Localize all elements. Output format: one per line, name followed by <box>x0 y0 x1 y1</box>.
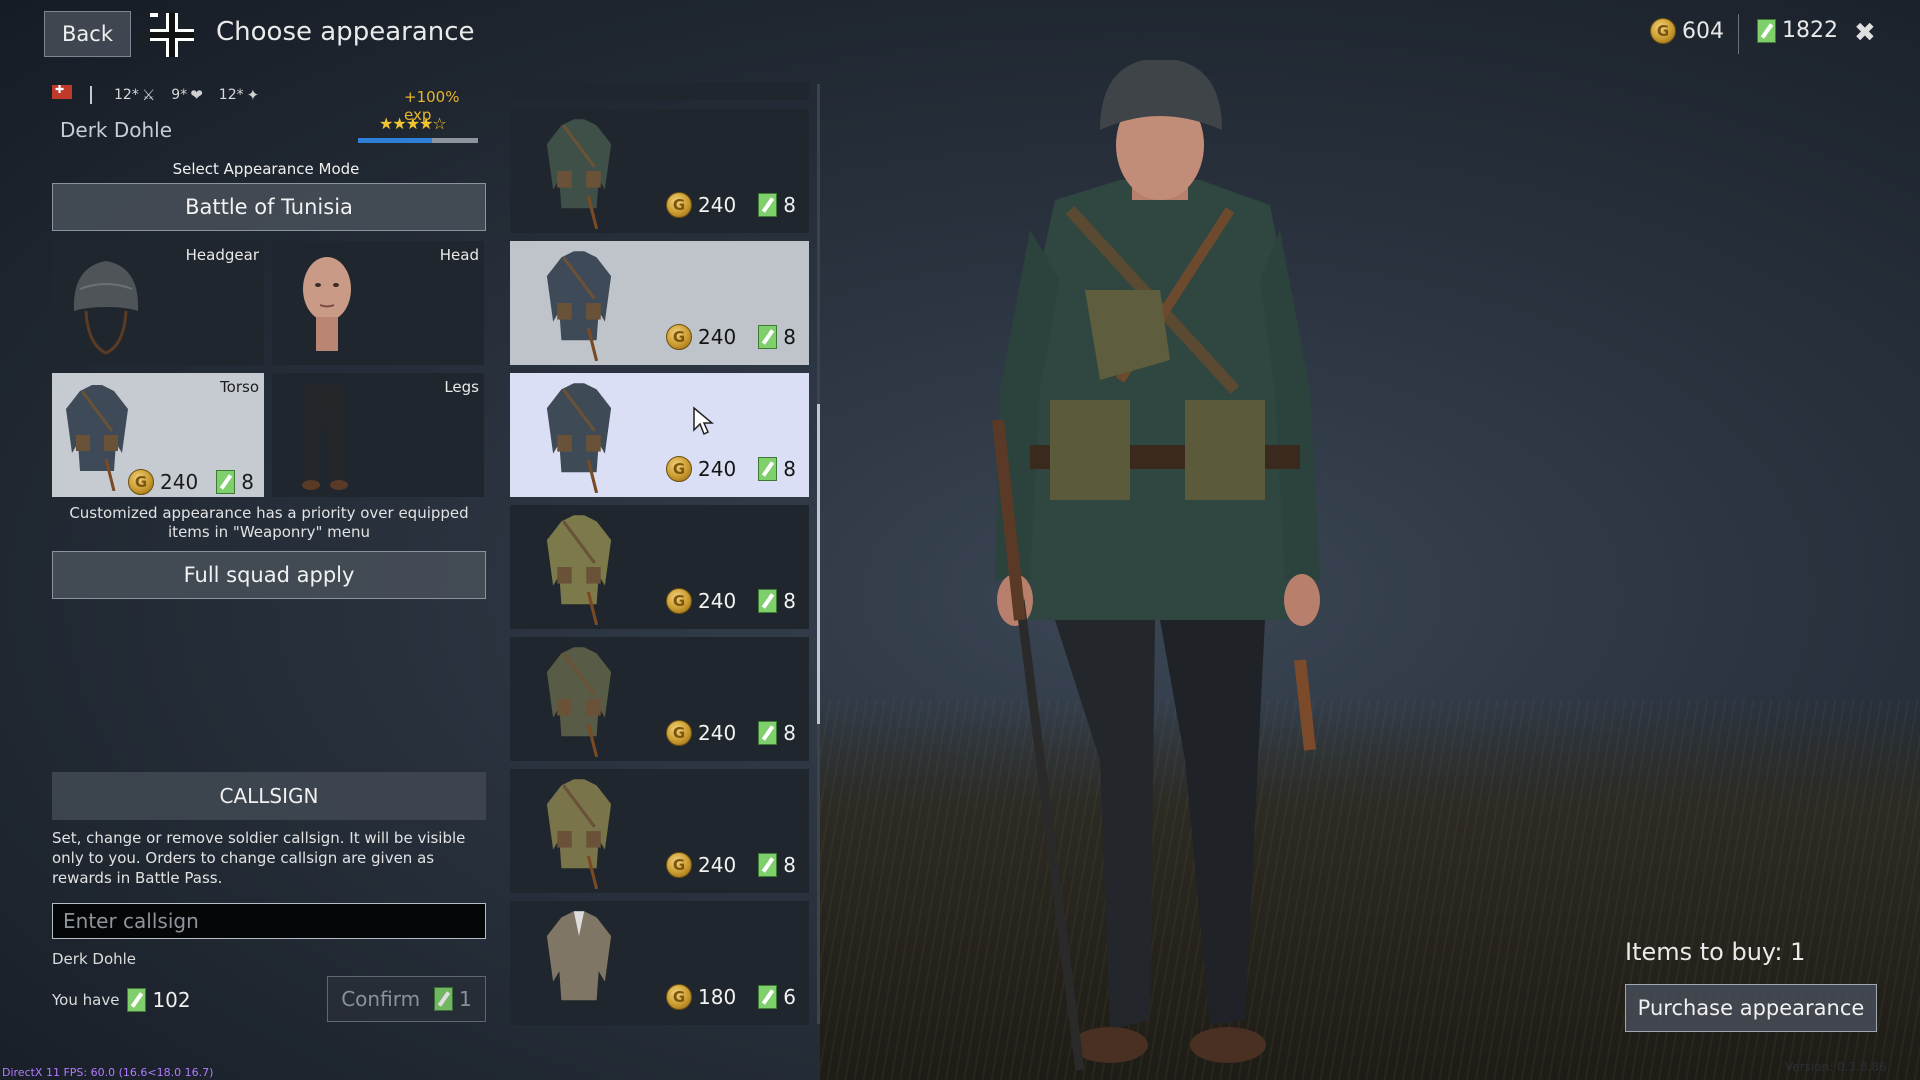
tunic-icon <box>546 251 612 361</box>
scrollbar-thumb[interactable] <box>817 404 820 724</box>
tunic-icon <box>546 515 612 625</box>
soldier-name: Derk Dohle <box>60 118 173 142</box>
fps-overlay: DirectX 11 FPS: 60.0 (16.6<18.0 16.7) <box>2 1066 214 1079</box>
item-price: 2408 <box>666 324 796 350</box>
slot-headgear[interactable]: Headgear <box>52 241 264 365</box>
top-bar: Back Choose appearance 604 1822 ✖ <box>0 0 1920 68</box>
soldier-progress-fill <box>358 138 433 143</box>
item-price: 2408 <box>666 852 796 878</box>
item-price: 2408 <box>666 720 796 746</box>
order-ticket-icon <box>434 987 454 1011</box>
appearance-priority-note: Customized appearance has a priority ove… <box>69 504 469 541</box>
tunic-icon <box>546 119 612 229</box>
stat-strength: 12 * ⚔ <box>114 86 156 104</box>
tunic-icon <box>66 385 128 491</box>
purchase-appearance-button[interactable]: Purchase appearance <box>1625 984 1877 1032</box>
order-ticket-icon <box>758 589 778 613</box>
item-price: 2408 <box>666 192 796 218</box>
gold-coin-icon <box>666 852 692 878</box>
item-card[interactable]: 2408 <box>510 109 809 233</box>
tunic-icon <box>546 647 612 757</box>
item-card[interactable]: 2408 <box>510 505 809 629</box>
skill-icon: ✦ <box>246 86 260 104</box>
gold-coin-icon <box>128 469 154 495</box>
slot-torso-price: 240 8 <box>128 469 254 495</box>
soldier-progress-bar <box>358 138 478 143</box>
gold-coin-icon <box>666 720 692 746</box>
health-icon: ❤ <box>190 86 203 104</box>
soldier-stats: 12* ⚔ 9* ❤ 12* ✦ <box>52 83 275 106</box>
items-to-buy: Items to buy: 1 <box>1625 938 1806 966</box>
soldier-model <box>992 60 1320 1071</box>
stat-health: 9 * ❤ <box>171 86 203 104</box>
slot-legs-label: Legs <box>444 378 479 396</box>
medic-flag-icon <box>52 83 72 105</box>
slot-headgear-label: Headgear <box>185 246 259 264</box>
version-text: Version: 0.3.8.86 <box>1785 1060 1887 1074</box>
gold-coin-icon <box>666 456 692 482</box>
gold-amount: 604 <box>1682 18 1724 44</box>
back-button[interactable]: Back <box>44 11 131 57</box>
order-ticket-icon <box>758 853 778 877</box>
appearance-mode-label: Select Appearance Mode <box>172 160 360 178</box>
tunic-icon <box>546 779 612 889</box>
order-ticket-icon <box>216 470 236 494</box>
face-icon <box>303 257 351 351</box>
stat-skill: 12 * ✦ <box>218 86 260 104</box>
gold-balance: 604 <box>1650 18 1724 44</box>
slot-torso-label: Torso <box>220 378 259 396</box>
item-card[interactable]: 2408 <box>510 769 809 893</box>
order-ticket-icon <box>758 193 778 217</box>
helmet-icon <box>73 261 139 355</box>
gold-coin-icon <box>1650 18 1676 44</box>
slot-torso[interactable]: Torso 240 8 <box>52 373 264 497</box>
order-ticket-icon <box>127 988 147 1012</box>
confirm-callsign-button[interactable]: Confirm 1 <box>327 976 486 1022</box>
gold-coin-icon <box>666 324 692 350</box>
top-divider <box>1738 14 1739 54</box>
appearance-mode-select[interactable]: Battle of Tunisia <box>52 183 486 231</box>
item-card[interactable]: 2408 <box>510 373 809 497</box>
item-price: 2408 <box>666 588 796 614</box>
torso-item-list[interactable]: 2408 2408 2408 2408 2408 2408 1806 <box>510 82 810 1025</box>
gold-coin-icon <box>666 588 692 614</box>
gold-coin-icon <box>666 192 692 218</box>
ticket-balance: 1822 <box>1757 18 1838 43</box>
tunic-icon <box>546 383 612 493</box>
item-card[interactable]: 2408 <box>510 637 809 761</box>
order-ticket-icon <box>758 457 778 481</box>
slot-head-label: Head <box>439 246 479 264</box>
soldier-panel: 12* ⚔ 9* ❤ 12* ✦ +100% exp Derk Dohle ★★… <box>44 78 488 1033</box>
item-card-partial[interactable] <box>510 82 809 100</box>
callsign-header: CALLSIGN <box>52 772 486 820</box>
order-ticket-icon <box>758 985 778 1009</box>
soldier-rating-stars: ★★★★☆ <box>379 114 447 133</box>
orders-balance: You have 102 <box>52 988 191 1012</box>
jacket-icon <box>546 911 612 1001</box>
close-icon[interactable]: ✖ <box>1854 18 1876 48</box>
slot-head[interactable]: Head <box>272 241 484 365</box>
item-card[interactable]: 1806 <box>510 901 809 1025</box>
callsign-description: Set, change or remove soldier callsign. … <box>52 829 466 887</box>
mouse-cursor-icon <box>693 406 714 436</box>
strength-icon: ⚔ <box>141 86 156 104</box>
item-card[interactable]: 2408 <box>510 241 809 365</box>
faction-cross-icon <box>150 13 194 57</box>
rank-bar-icon <box>90 86 92 104</box>
ticket-amount: 1822 <box>1782 18 1838 43</box>
full-squad-apply-button[interactable]: Full squad apply <box>52 551 486 599</box>
gold-coin-icon <box>666 984 692 1010</box>
slot-legs[interactable]: Legs <box>272 373 484 497</box>
current-callsign: Derk Dohle <box>52 950 137 968</box>
page-title: Choose appearance <box>216 17 475 47</box>
order-ticket-icon <box>758 721 778 745</box>
item-list-scrollbar[interactable] <box>817 84 820 1024</box>
order-ticket-icon <box>1757 18 1776 43</box>
trousers-icon <box>302 385 348 490</box>
order-ticket-icon <box>758 325 778 349</box>
callsign-input[interactable] <box>52 903 486 939</box>
item-price: 1806 <box>666 984 796 1010</box>
item-price: 2408 <box>666 456 796 482</box>
